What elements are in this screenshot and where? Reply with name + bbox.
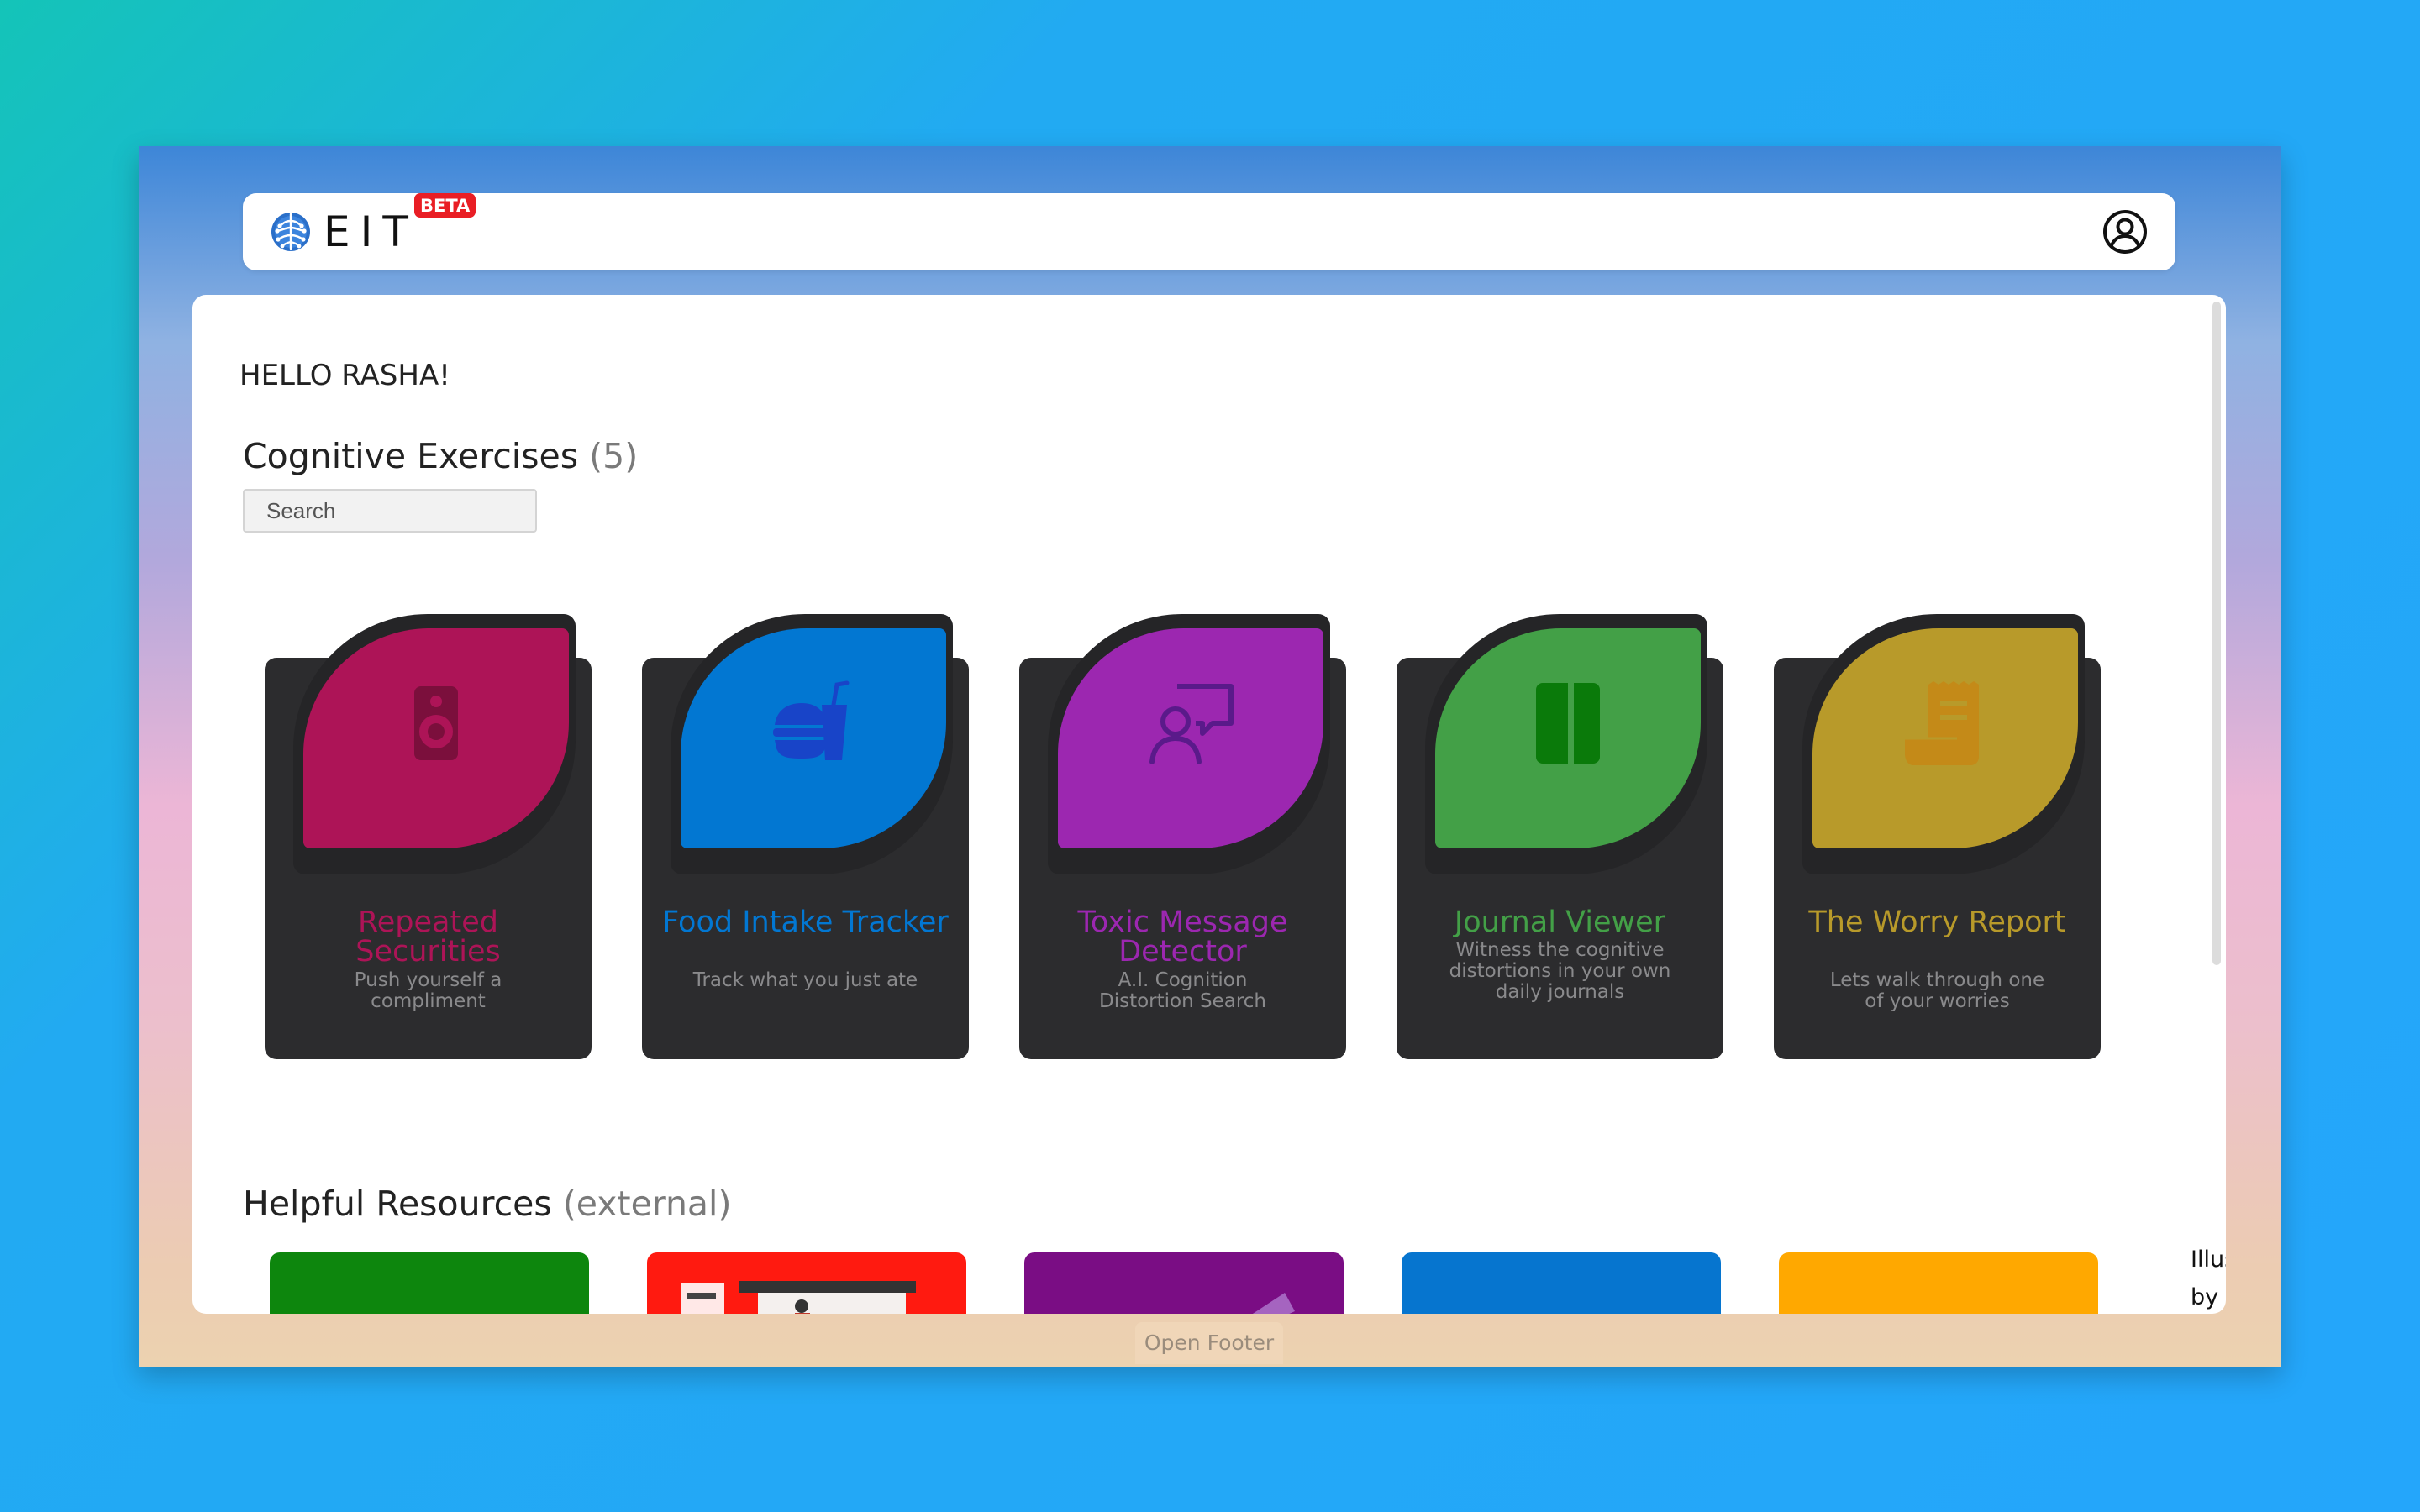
greeting-text: HELLO RASHA! [239, 359, 450, 392]
exercise-title: Toxic Message Detector [1077, 906, 1288, 969]
exercise-card-the-worry-report[interactable]: The Worry Report Lets walk through one o… [1774, 614, 2101, 1059]
top-nav-bar: EIT BETA [243, 193, 2175, 270]
exercise-card-journal-viewer[interactable]: Journal Viewer Witness the cognitive dis… [1397, 614, 1723, 1059]
exercise-card-food-intake-tracker[interactable]: Food Intake Tracker Track what you just … [642, 614, 969, 1059]
main-content-panel: HELLO RASHA! Cognitive Exercises (5) Rep… [192, 295, 2226, 1314]
brain-icon [271, 213, 310, 251]
resource-illustration [681, 1281, 916, 1314]
exercise-cards: Repeated Securities Push yourself a comp… [265, 614, 2139, 1059]
resources-suffix: (external) [562, 1184, 732, 1224]
exercise-title: The Worry Report [1808, 906, 2066, 939]
fast-food-icon [773, 680, 850, 760]
resources-caption-line: by F [2191, 1284, 2226, 1310]
resource-cards [270, 1252, 2186, 1314]
exercise-title: Repeated Securities [355, 906, 501, 969]
resource-card[interactable] [270, 1252, 589, 1314]
speaker-icon [414, 686, 458, 760]
app-window: EIT BETA HELLO RASHA! Cognitive Exercise… [139, 146, 2281, 1367]
exercise-title: Food Intake Tracker [662, 906, 949, 939]
logo-text: EIT [324, 207, 418, 256]
book-icon [1536, 683, 1600, 764]
exercise-description: Witness the cognitive distortions in you… [1449, 939, 1671, 1003]
exercise-description: Track what you just ate [692, 969, 918, 991]
resource-card[interactable] [1402, 1252, 1721, 1314]
resources-heading: Helpful Resources (external) [243, 1184, 731, 1224]
exercise-description: Lets walk through one of your worries [1829, 969, 2045, 1012]
person-message-icon [1150, 684, 1234, 764]
receipt-scroll-icon [1905, 681, 1979, 765]
app-logo[interactable]: EIT [268, 208, 418, 255]
exercise-card-toxic-message-detector[interactable]: Toxic Message Detector A.I. Cognition Di… [1019, 614, 1346, 1059]
exercise-card-repeated-securities[interactable]: Repeated Securities Push yourself a comp… [265, 614, 592, 1059]
account-icon[interactable] [2102, 208, 2149, 255]
resource-card[interactable] [1779, 1252, 2098, 1314]
exercises-title: Cognitive Exercises [243, 436, 579, 476]
exercise-description: Push yourself a compliment [354, 969, 502, 1012]
resource-card[interactable] [1024, 1252, 1344, 1314]
exercises-heading: Cognitive Exercises (5) [243, 436, 638, 476]
open-footer-button[interactable]: Open Footer [1135, 1322, 1283, 1364]
resources-title: Helpful Resources [243, 1184, 552, 1224]
exercises-count: (5) [589, 436, 639, 476]
beta-badge: BETA [414, 193, 476, 218]
resources-caption-line: Illus [2191, 1247, 2226, 1273]
exercise-description: A.I. Cognition Distortion Search [1098, 969, 1266, 1012]
resource-card[interactable] [647, 1252, 966, 1314]
search-input[interactable] [243, 489, 537, 533]
scrollbar[interactable] [2212, 302, 2221, 965]
resources-caption: Illus by F [2191, 1241, 2226, 1314]
exercise-title: Journal Viewer [1454, 906, 1666, 939]
resource-illustration [1252, 1293, 1295, 1314]
resource-illustration [270, 1252, 589, 1314]
